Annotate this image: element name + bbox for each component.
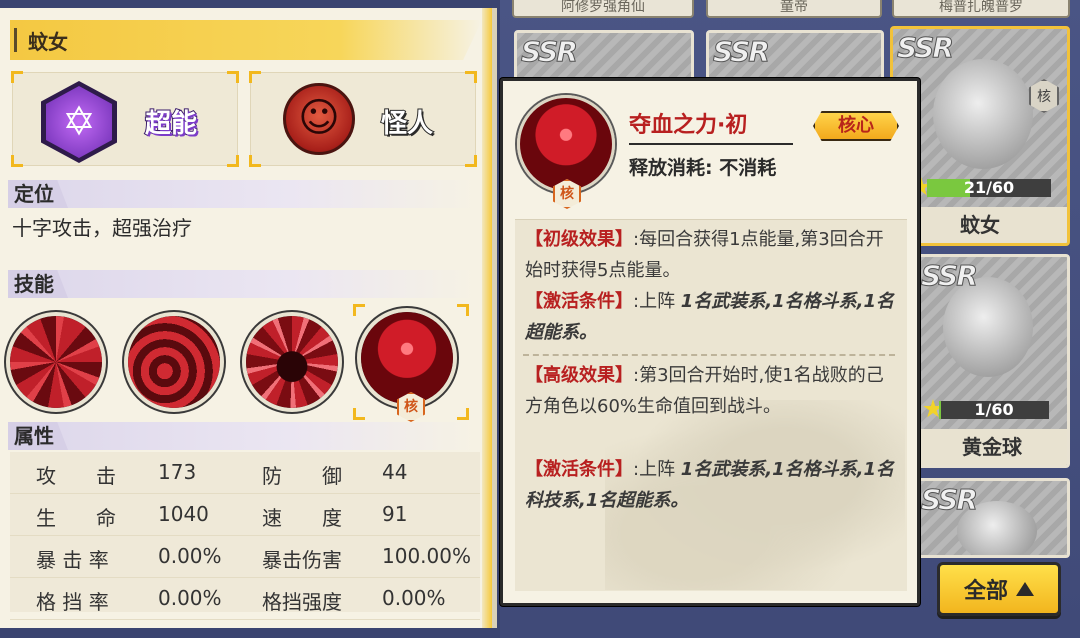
up-triangle-icon	[1016, 582, 1034, 596]
skill-name: 夺血之力·初	[629, 113, 748, 138]
level-bar: 21/60	[927, 179, 1051, 197]
positioning-text: 十字攻击，超强治疗	[12, 216, 192, 240]
hero-portrait	[943, 277, 1033, 377]
hero-name: 蚊女	[28, 30, 68, 54]
section-title: 属性	[8, 422, 68, 450]
ssr-rarity-label: SSR	[921, 259, 979, 293]
attribute-table[interactable]: 攻 击 173 防 御 44 生 命 1040 速 度 91 暴 击 率 0.0…	[10, 452, 480, 620]
skill-cost: 释放消耗: 不消耗	[629, 157, 777, 179]
ssr-rarity-label: SSR	[921, 483, 979, 517]
ssr-rarity-label: SSR	[521, 35, 579, 69]
type-esper-box[interactable]: ✡ 超能	[11, 71, 239, 167]
type-label-monster: 怪人	[380, 108, 434, 140]
hero-portrait	[933, 59, 1033, 169]
section-skills: 技能	[8, 270, 478, 298]
filter-all-button[interactable]: 全部	[937, 562, 1061, 616]
crimson-swirl-icon	[128, 316, 220, 408]
winged-figure-icon	[246, 316, 338, 408]
hero-card[interactable]: SSR 1/60 黄金球	[914, 254, 1070, 468]
type-label-esper: 超能	[144, 108, 198, 140]
card-name-strip: 梅普扎魄普罗	[892, 0, 1070, 18]
skill-4-selected-frame[interactable]: 核	[353, 304, 469, 422]
section-attributes: 属性	[8, 422, 478, 450]
hero-detail-panel: 蚊女 ✡ 超能 ☺ 怪人 定位 十字攻击，超强治疗 技能 核 属性 攻 击 17…	[0, 8, 497, 628]
monster-oni-icon: ☺	[283, 83, 355, 155]
attribute-row: 格 挡 率 0.00% 格挡强度 0.00%	[10, 578, 480, 620]
effect-advanced-condition: 【激活条件】:上阵 1名武装系,1名格斗系,1名科技系,1名超能系。	[525, 459, 895, 511]
card-name-strip: 童帝	[706, 0, 882, 18]
effect-basic-condition: 【激活条件】:上阵 1名武装系,1名格斗系,1名超能系。	[525, 291, 895, 343]
ssr-rarity-label: SSR	[713, 35, 771, 69]
esper-hexagon-icon: ✡	[41, 81, 117, 163]
attribute-row: 生 命 1040 速 度 91	[10, 494, 480, 536]
claw-slash-icon	[10, 316, 102, 408]
attribute-row: 暴 击 率 0.00% 暴击伤害 100.00%	[10, 536, 480, 578]
hero-card[interactable]: SSR	[914, 478, 1070, 558]
skill-4-button[interactable]	[357, 308, 457, 408]
ssr-rarity-label: SSR	[897, 31, 955, 65]
core-tag-badge: 核心	[813, 111, 899, 141]
type-monster-box[interactable]: ☺ 怪人	[249, 71, 477, 167]
hero-card-name: 黄金球	[917, 429, 1067, 465]
hero-name-header: 蚊女	[10, 20, 482, 60]
section-title: 定位	[8, 180, 68, 208]
skill-3-button[interactable]	[242, 312, 342, 412]
blood-drop-icon	[361, 312, 453, 404]
section-positioning: 定位	[8, 180, 478, 208]
effect-basic: 【初级效果】:每回合获得1点能量,第3回合开始时获得5点能量。	[525, 229, 884, 281]
attribute-row: 攻 击 173 防 御 44	[10, 452, 480, 494]
level-bar: 1/60	[939, 401, 1049, 419]
effect-advanced: 【高级效果】:第3回合开始时,使1名战败的己方角色以60%生命值回到战斗。	[525, 365, 884, 417]
skill-1-button[interactable]	[6, 312, 106, 412]
card-name-strip: 阿修罗强角仙	[512, 0, 694, 18]
section-title: 技能	[8, 270, 68, 298]
skill-2-button[interactable]	[124, 312, 224, 412]
blood-drop-icon	[517, 95, 615, 193]
skill-detail-popup: 核 夺血之力·初 释放消耗: 不消耗 核心 【初级效果】:每回合获得1点能量,第…	[500, 78, 920, 606]
skill-effects-box[interactable]: 【初级效果】:每回合获得1点能量,第3回合开始时获得5点能量。 【激活条件】:上…	[515, 219, 907, 591]
